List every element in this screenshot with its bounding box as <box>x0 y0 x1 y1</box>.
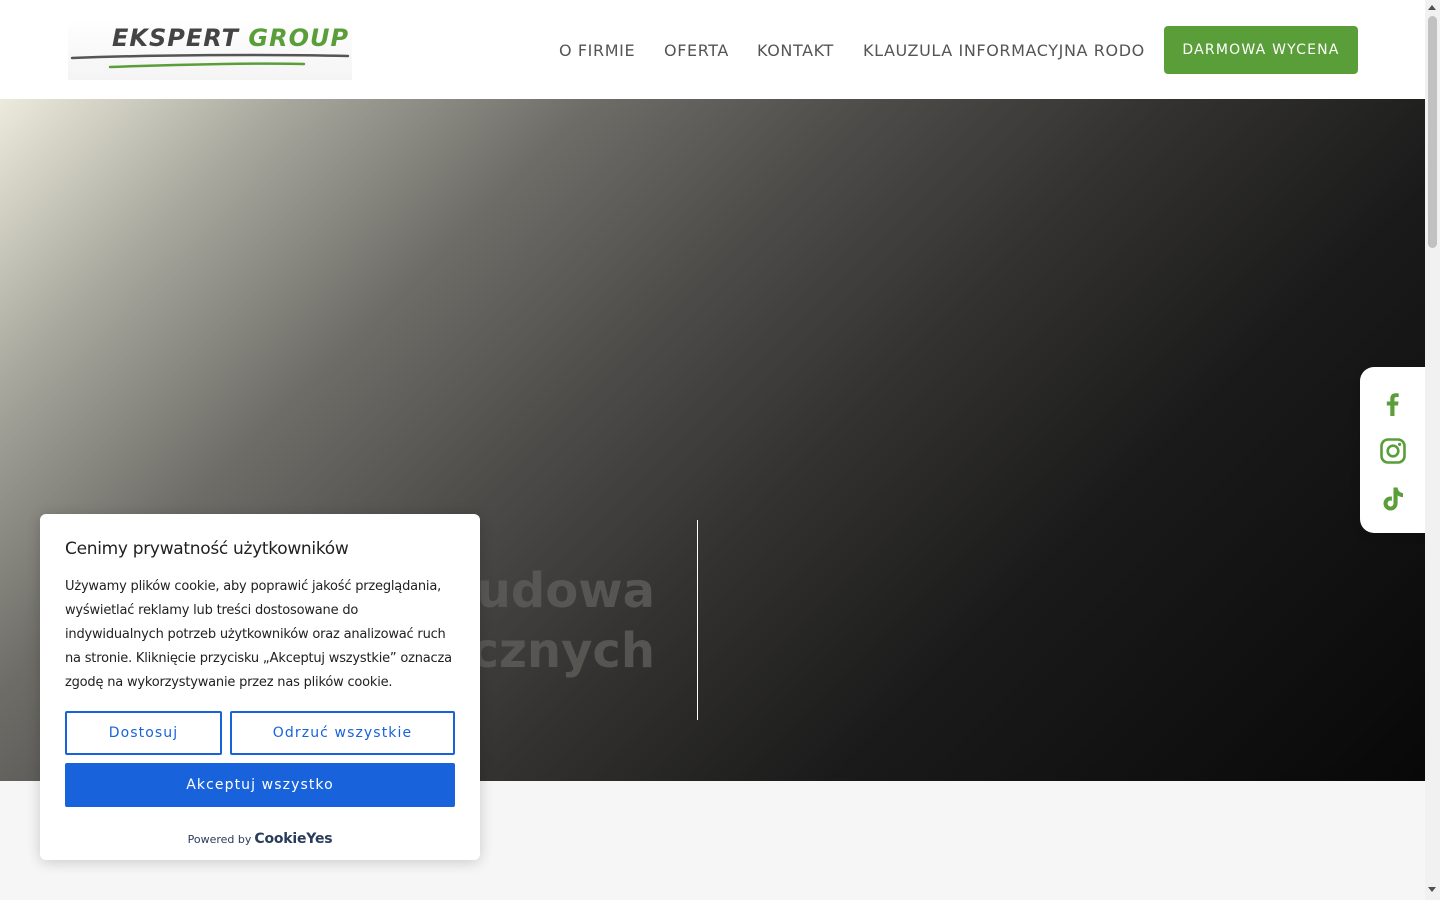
accept-all-button[interactable]: Akceptuj wszystko <box>65 763 455 807</box>
logo-word-ekspert: EKSPERT <box>112 24 240 52</box>
logo-wordmark: EKSPERT GROUP <box>112 24 349 52</box>
nav-item-rodo[interactable]: KLAUZULA INFORMACYJNA RODO <box>863 41 1145 60</box>
reject-all-button[interactable]: Odrzuć wszystkie <box>230 711 455 755</box>
logo-word-group: GROUP <box>248 24 350 52</box>
powered-by-cookieyes[interactable]: Powered by CookieYes <box>40 828 480 847</box>
nav-item-o-firmie[interactable]: O FIRMIE <box>559 41 635 60</box>
scroll-down-arrow-icon[interactable] <box>1428 887 1436 892</box>
page-scrollbar[interactable] <box>1425 0 1440 900</box>
cookieyes-logo: CookieYes <box>254 831 333 847</box>
site-logo[interactable]: EKSPERT GROUP <box>68 18 352 80</box>
powered-by-label: Powered by <box>187 833 252 846</box>
cookie-description: Używamy plików cookie, aby poprawić jako… <box>65 579 452 690</box>
tiktok-icon[interactable] <box>1379 485 1407 513</box>
social-sidebar <box>1360 367 1425 533</box>
nav-item-oferta[interactable]: OFERTA <box>664 41 729 60</box>
free-quote-button[interactable]: DARMOWA WYCENA <box>1164 26 1358 74</box>
site-header: EKSPERT GROUP O FIRMIE OFERTA KONTAKT KL… <box>0 0 1425 99</box>
scroll-up-arrow-icon[interactable] <box>1428 5 1436 10</box>
cookie-title: Cenimy prywatność użytkowników <box>65 539 349 559</box>
hero-divider-line <box>697 520 698 720</box>
nav-item-kontakt[interactable]: KONTAKT <box>757 41 834 60</box>
customize-button[interactable]: Dostosuj <box>65 711 222 755</box>
scroll-thumb[interactable] <box>1428 16 1437 248</box>
facebook-icon[interactable] <box>1379 390 1407 418</box>
cookie-consent-dialog: Cenimy prywatność użytkowników Używamy p… <box>40 514 480 860</box>
instagram-icon[interactable] <box>1379 437 1407 465</box>
